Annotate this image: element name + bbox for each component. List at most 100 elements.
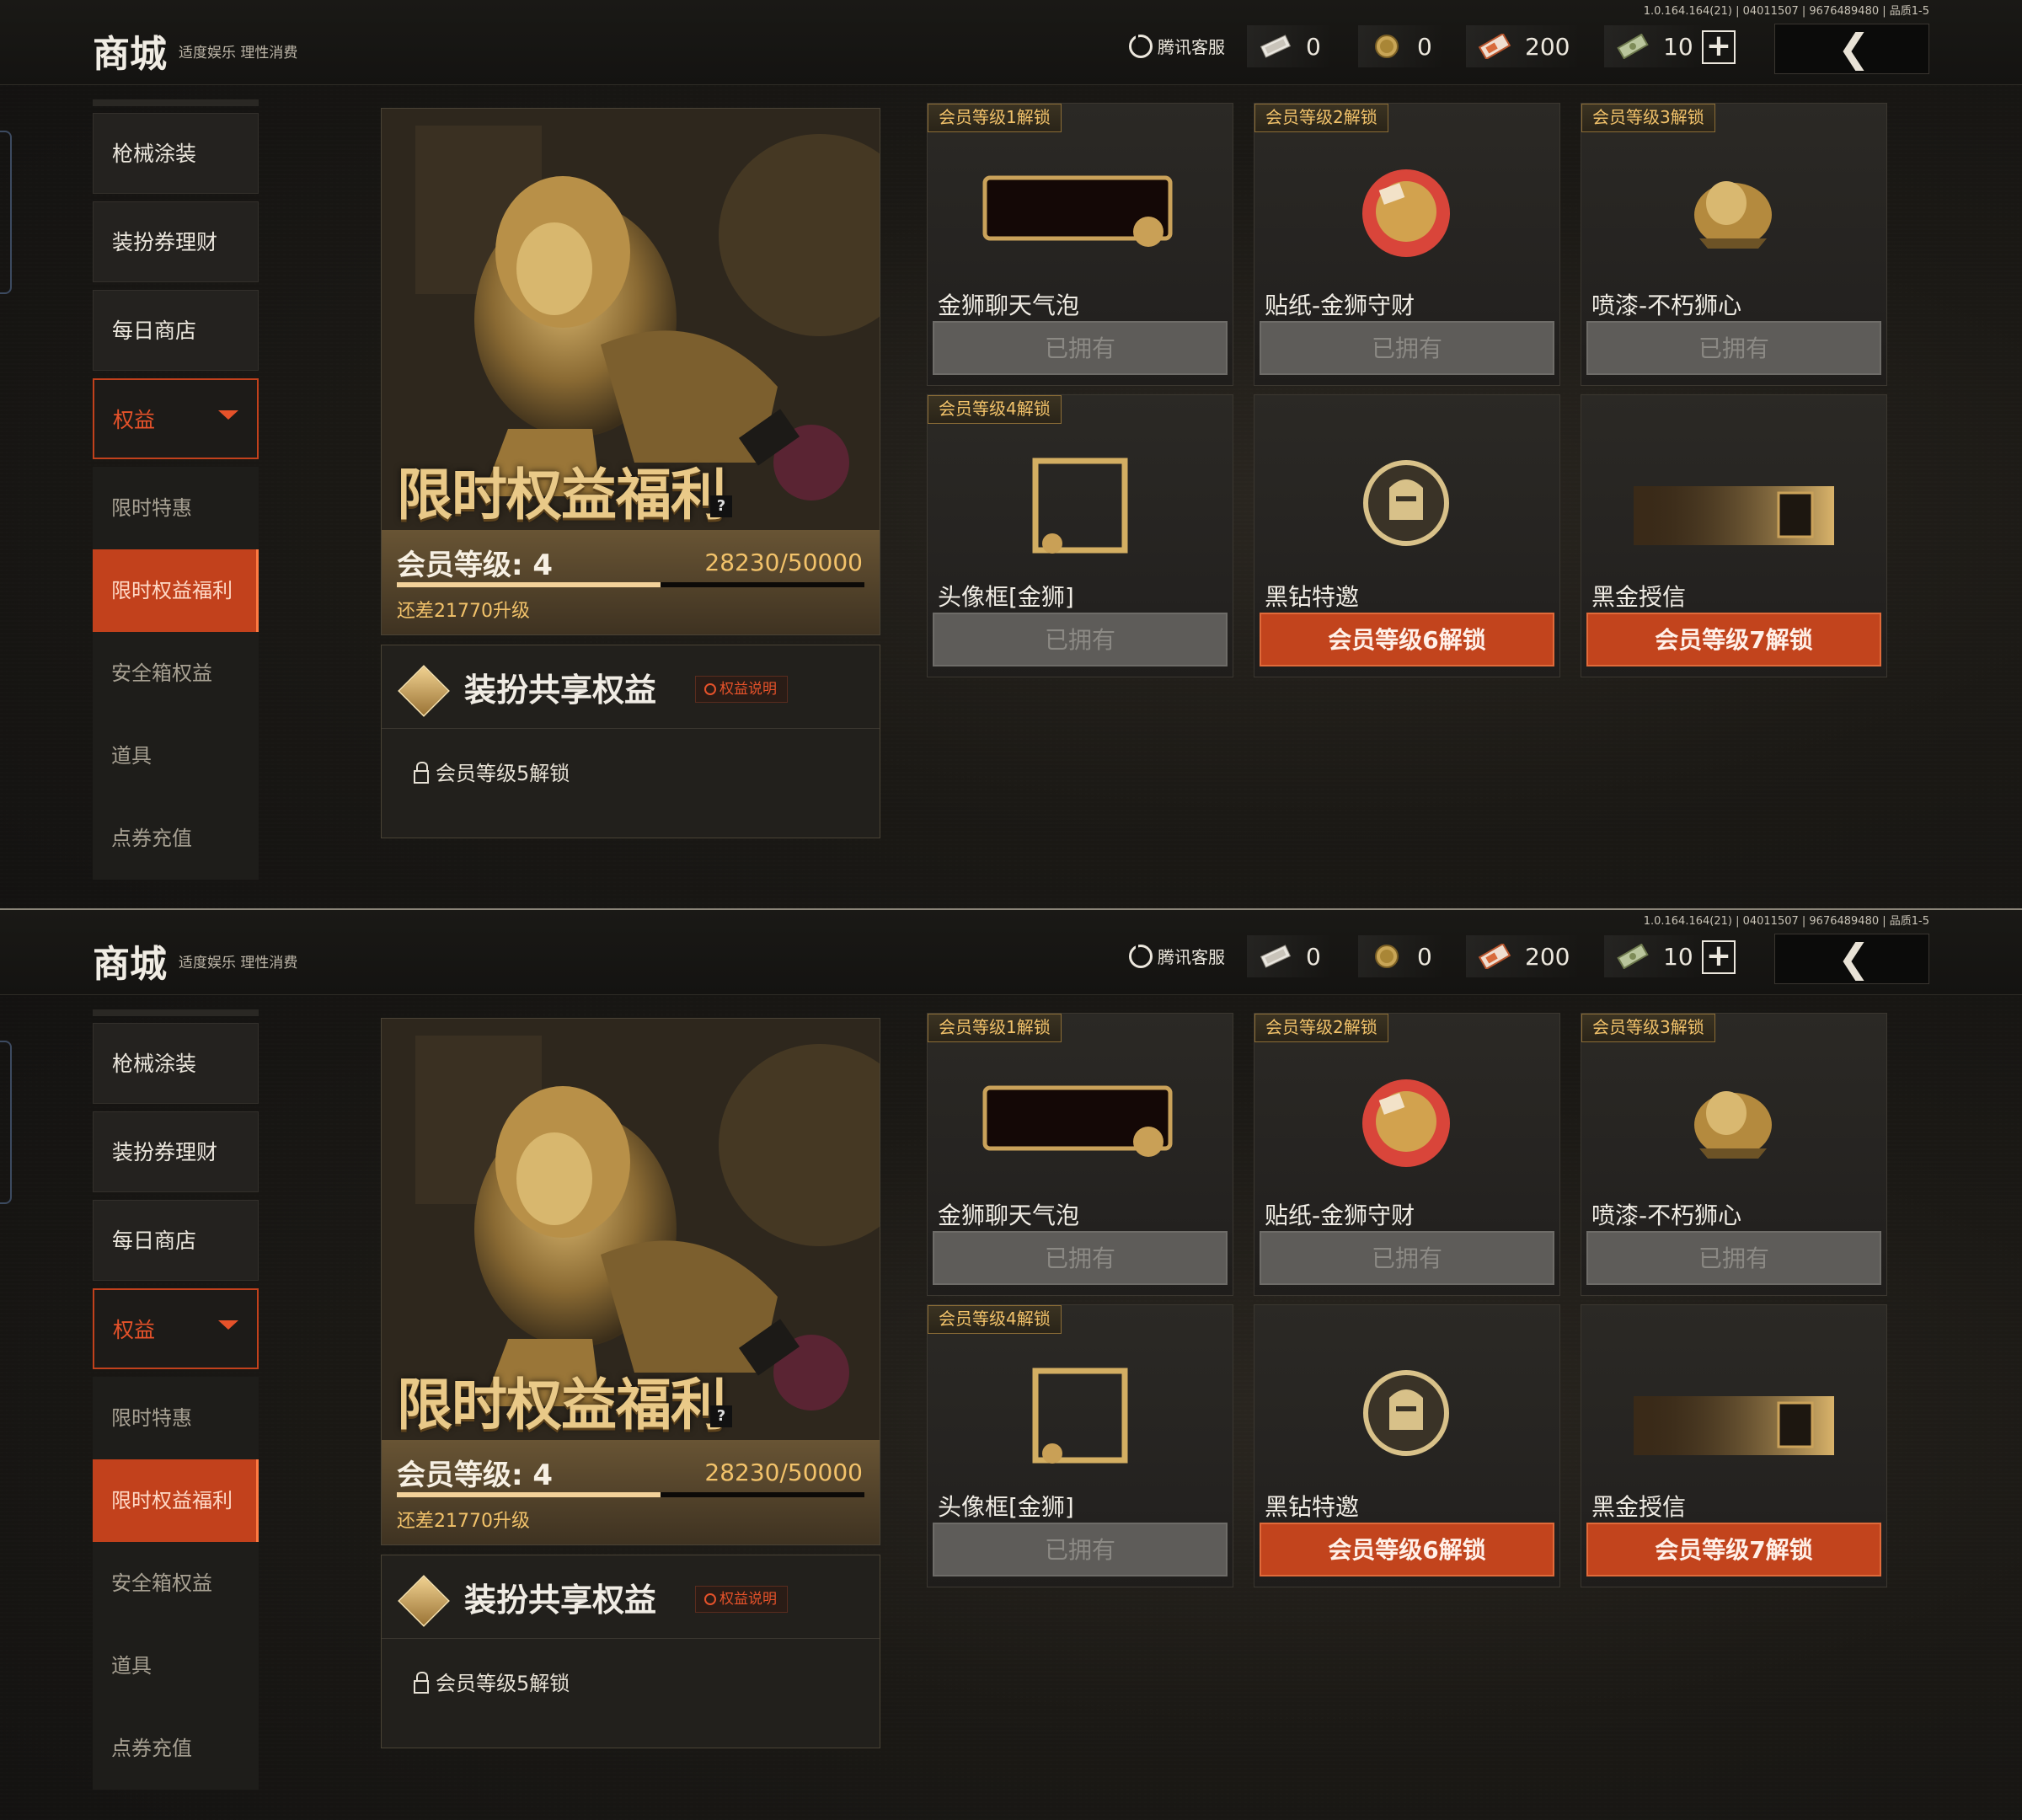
sidebar-item-outfit-finance[interactable]: 装扮券理财 bbox=[93, 201, 259, 282]
chevron-down-icon bbox=[218, 410, 238, 420]
member-level-bar: 会员等级: 4 28230/50000 还差21770升级 bbox=[382, 1440, 880, 1544]
currency-value: 0 bbox=[1306, 942, 1321, 971]
sidebar-item-daily-shop[interactable]: 每日商店 bbox=[93, 290, 259, 371]
add-currency-button[interactable]: + bbox=[1702, 30, 1736, 64]
member-progress-text: 28230/50000 bbox=[704, 1459, 863, 1486]
card-banner-icon bbox=[1581, 429, 1886, 581]
reward-name: 黑钻特邀 bbox=[1265, 1493, 1360, 1521]
upgrade-remaining: 还差21770升级 bbox=[397, 1511, 530, 1532]
reward-name: 头像框[金狮] bbox=[938, 1493, 1074, 1521]
sidebar-item-label: 权益 bbox=[113, 1318, 156, 1342]
reward-card[interactable]: 黑钻特邀 会员等级6解锁 bbox=[1254, 1304, 1560, 1587]
member-progress-fill bbox=[397, 1492, 661, 1497]
sidebar-sub-limited-deals[interactable]: 限时特惠 bbox=[93, 467, 259, 549]
locked-benefit: 会员等级5解锁 bbox=[414, 757, 570, 786]
member-progress-fill bbox=[397, 582, 661, 587]
hero-title: 限时权益福利 bbox=[397, 1373, 726, 1437]
reward-button[interactable]: 会员等级6解锁 bbox=[1260, 1523, 1554, 1576]
sidebar: 枪械涂装 装扮券理财 每日商店 权益 限时特惠 限时权益福利 安全箱权益 道具 … bbox=[93, 1009, 259, 1790]
cash-icon bbox=[1617, 34, 1649, 59]
sticker-icon bbox=[1254, 137, 1559, 289]
sidebar-sub-limited-benefits[interactable]: 限时权益福利 bbox=[93, 1459, 259, 1542]
sidebar-item-gun-skins[interactable]: 枪械涂装 bbox=[93, 1023, 259, 1104]
side-handle[interactable] bbox=[0, 131, 12, 294]
sidebar-sub-recharge[interactable]: 点券充值 bbox=[93, 797, 259, 880]
help-button[interactable]: ? bbox=[710, 495, 732, 517]
sidebar-item-benefits[interactable]: 权益 bbox=[93, 378, 259, 459]
back-button[interactable]: ❮ bbox=[1774, 934, 1929, 984]
reward-button[interactable]: 已拥有 bbox=[933, 1231, 1228, 1285]
reward-card[interactable]: 黑钻特邀 会员等级6解锁 bbox=[1254, 394, 1560, 677]
member-progress-track bbox=[397, 582, 864, 587]
currency-cash[interactable]: 10 bbox=[1604, 935, 1705, 977]
reward-name: 黑金授信 bbox=[1591, 1493, 1687, 1521]
sidebar-item-gun-skins[interactable]: 枪械涂装 bbox=[93, 113, 259, 194]
reward-card[interactable]: 会员等级1解锁 金狮聊天气泡 已拥有 bbox=[927, 103, 1233, 386]
benefit-explain-button[interactable]: 权益说明 bbox=[695, 676, 788, 703]
reward-button[interactable]: 已拥有 bbox=[933, 1523, 1228, 1576]
spray-icon bbox=[1581, 1047, 1886, 1199]
reward-card[interactable]: 会员等级2解锁 贴纸-金狮守财 已拥有 bbox=[1254, 103, 1560, 386]
help-button[interactable]: ? bbox=[710, 1405, 732, 1427]
add-currency-button[interactable]: + bbox=[1702, 940, 1736, 974]
currency-ticket[interactable]: 0 bbox=[1247, 25, 1333, 67]
customer-service-label: 腾讯客服 bbox=[1158, 947, 1225, 967]
lion-emblem-icon bbox=[398, 1575, 450, 1627]
currency-gold-coin[interactable]: 0 bbox=[1358, 25, 1444, 67]
sidebar-sub-safe-box[interactable]: 安全箱权益 bbox=[93, 632, 259, 715]
shared-benefit-panel: 装扮共享权益 权益说明 会员等级5解锁 bbox=[381, 1555, 880, 1748]
currency-value: 200 bbox=[1525, 32, 1570, 61]
reward-button[interactable]: 会员等级7解锁 bbox=[1586, 1523, 1881, 1576]
customer-service-button[interactable]: 腾讯客服 bbox=[1129, 944, 1225, 968]
reward-card[interactable]: 会员等级4解锁 头像框[金狮] 已拥有 bbox=[927, 394, 1233, 677]
ticket-icon bbox=[1260, 945, 1292, 968]
sidebar-item-outfit-finance[interactable]: 装扮券理财 bbox=[93, 1111, 259, 1192]
voucher-icon bbox=[1478, 34, 1511, 59]
reward-button[interactable]: 已拥有 bbox=[1260, 1231, 1554, 1285]
sidebar-sub-items[interactable]: 道具 bbox=[93, 1625, 259, 1707]
lock-icon bbox=[414, 761, 429, 784]
side-handle[interactable] bbox=[0, 1041, 12, 1204]
locked-benefit: 会员等级5解锁 bbox=[414, 1667, 570, 1696]
sidebar: 枪械涂装 装扮券理财 每日商店 权益 限时特惠 限时权益福利 安全箱权益 道具 … bbox=[93, 99, 259, 880]
reward-button[interactable]: 已拥有 bbox=[1586, 1231, 1881, 1285]
back-button[interactable]: ❮ bbox=[1774, 24, 1929, 74]
sidebar-sub-recharge[interactable]: 点券充值 bbox=[93, 1707, 259, 1790]
reward-button[interactable]: 已拥有 bbox=[1586, 321, 1881, 375]
sidebar-item-benefits[interactable]: 权益 bbox=[93, 1288, 259, 1369]
reward-card[interactable]: 黑金授信 会员等级7解锁 bbox=[1581, 394, 1887, 677]
currency-voucher[interactable]: 200 bbox=[1466, 25, 1582, 67]
reward-card[interactable]: 会员等级4解锁 头像框[金狮] 已拥有 bbox=[927, 1304, 1233, 1587]
upgrade-remaining: 还差21770升级 bbox=[397, 601, 530, 622]
customer-service-button[interactable]: 腾讯客服 bbox=[1129, 34, 1225, 58]
reward-button[interactable]: 已拥有 bbox=[1260, 321, 1554, 375]
sidebar-item-daily-shop[interactable]: 每日商店 bbox=[93, 1200, 259, 1281]
benefit-explain-button[interactable]: 权益说明 bbox=[695, 1586, 788, 1613]
reward-card[interactable]: 会员等级3解锁 喷漆-不朽狮心 已拥有 bbox=[1581, 1013, 1887, 1296]
sticker-icon bbox=[1254, 1047, 1559, 1199]
currency-cash[interactable]: 10 bbox=[1604, 25, 1705, 67]
currency-value: 0 bbox=[1306, 32, 1321, 61]
currency-gold-coin[interactable]: 0 bbox=[1358, 935, 1444, 977]
reward-button[interactable]: 会员等级6解锁 bbox=[1260, 613, 1554, 666]
reward-card[interactable]: 会员等级2解锁 贴纸-金狮守财 已拥有 bbox=[1254, 1013, 1560, 1296]
reward-button[interactable]: 已拥有 bbox=[933, 321, 1228, 375]
currency-ticket[interactable]: 0 bbox=[1247, 935, 1333, 977]
reward-name: 金狮聊天气泡 bbox=[938, 1202, 1080, 1229]
sidebar-sub-items[interactable]: 道具 bbox=[93, 715, 259, 797]
sidebar-sub-safe-box[interactable]: 安全箱权益 bbox=[93, 1542, 259, 1625]
currency-voucher[interactable]: 200 bbox=[1466, 935, 1582, 977]
page-title: 商城 bbox=[93, 33, 167, 76]
benefit-hero-panel: 限时权益福利 ? 会员等级: 4 28230/50000 还差21770升级 bbox=[381, 1018, 880, 1545]
helmet-emblem-icon bbox=[1254, 1339, 1559, 1491]
reward-button[interactable]: 已拥有 bbox=[933, 613, 1228, 666]
reward-button[interactable]: 会员等级7解锁 bbox=[1586, 613, 1881, 666]
reward-card[interactable]: 会员等级1解锁 金狮聊天气泡 已拥有 bbox=[927, 1013, 1233, 1296]
benefit-hero-panel: 限时权益福利 ? 会员等级: 4 28230/50000 还差21770升级 bbox=[381, 108, 880, 635]
helmet-emblem-icon bbox=[1254, 429, 1559, 581]
reward-card[interactable]: 黑金授信 会员等级7解锁 bbox=[1581, 1304, 1887, 1587]
sidebar-sub-limited-deals[interactable]: 限时特惠 bbox=[93, 1377, 259, 1459]
page-title: 商城 bbox=[93, 943, 167, 986]
sidebar-sub-limited-benefits[interactable]: 限时权益福利 bbox=[93, 549, 259, 632]
reward-card[interactable]: 会员等级3解锁 喷漆-不朽狮心 已拥有 bbox=[1581, 103, 1887, 386]
